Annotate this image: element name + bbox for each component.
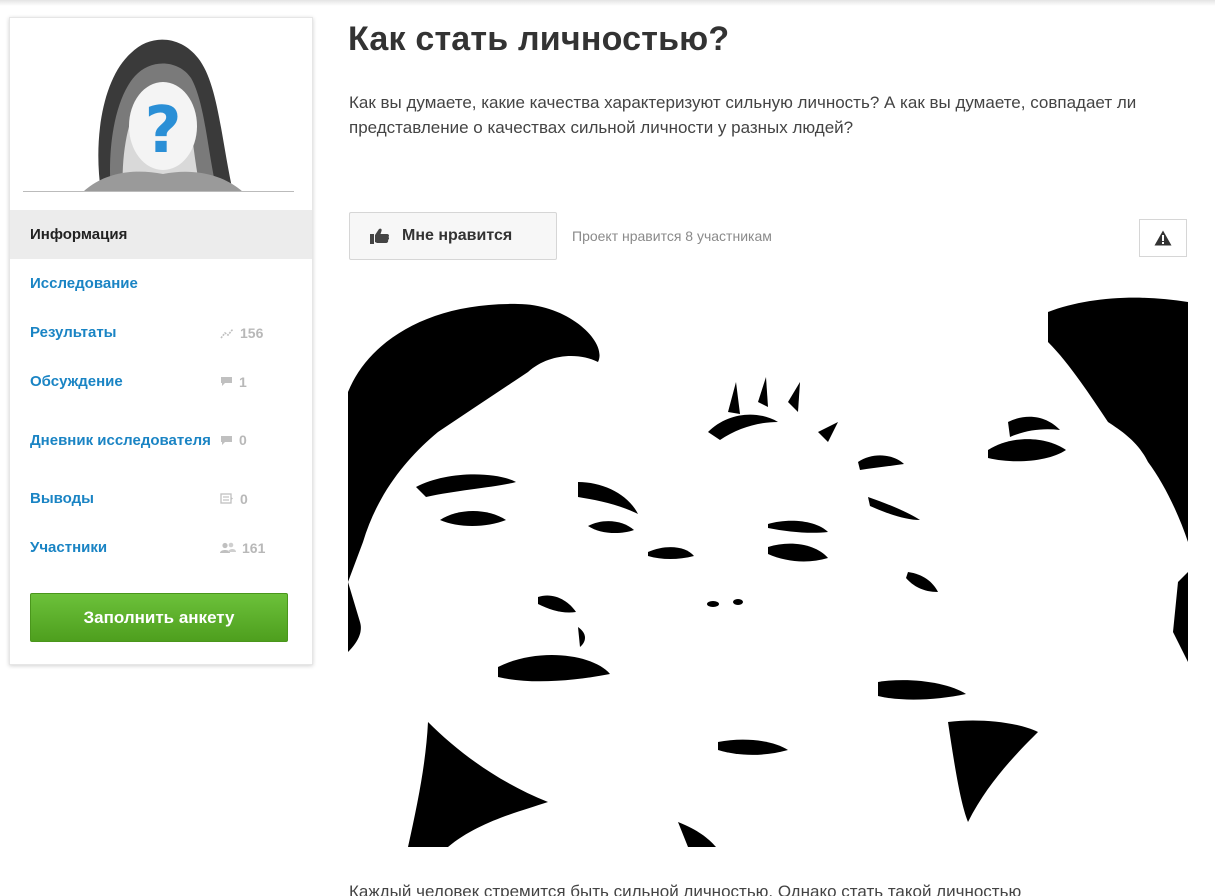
nav-item-discussion[interactable]: Обсуждение 1: [10, 357, 312, 406]
participants-count: 161: [242, 539, 266, 556]
comment-icon: [221, 435, 232, 445]
nav-item-label: Дневник исследователя: [30, 431, 211, 449]
comment-icon: [221, 377, 232, 386]
avatar-divider: [23, 191, 294, 192]
project-intro: Как вы думаете, какие качества характери…: [349, 93, 1137, 137]
top-bar-shadow: [0, 0, 1215, 6]
discussion-count: 1: [239, 373, 247, 390]
nav-item-info[interactable]: Информация: [10, 210, 312, 259]
nav-item-participants[interactable]: Участники 161: [10, 523, 312, 572]
nav-item-meta: 0: [220, 491, 248, 507]
nav-item-label: Выводы: [30, 490, 94, 507]
nav-item-label: Обсуждение: [30, 373, 123, 390]
nav-item-label: Участники: [30, 539, 108, 556]
nav-item-label: Исследование: [30, 275, 138, 292]
nav-item-research[interactable]: Исследование: [10, 259, 312, 308]
project-avatar: ?: [23, 18, 294, 192]
project-nav: Информация Исследование Результаты 156 О…: [10, 210, 312, 572]
nav-item-meta: 0: [220, 432, 247, 448]
like-button[interactable]: Мне нравится: [349, 212, 557, 260]
page-title: Как стать личностью?: [348, 20, 730, 58]
conclusions-count: 0: [240, 490, 248, 507]
cover-illustration: [348, 282, 1188, 847]
like-count-text: Проект нравится 8 участникам: [572, 228, 772, 244]
users-icon: [220, 542, 236, 553]
warning-icon: [1154, 230, 1172, 246]
report-button[interactable]: [1139, 219, 1187, 257]
avatar-illustration: ?: [23, 18, 294, 192]
project-sidebar: ? Информация Исследование Результаты 156…: [9, 17, 313, 665]
like-button-label: Мне нравится: [402, 227, 513, 244]
nav-item-label: Информация: [30, 226, 128, 243]
diary-count: 0: [239, 432, 247, 448]
chart-icon: [220, 327, 234, 338]
nav-item-meta: 161: [220, 540, 265, 556]
question-mark-icon: ?: [144, 94, 181, 168]
thumbs-up-icon: [370, 228, 390, 244]
project-description: Каждый человек стремится быть сильной ли…: [349, 882, 1022, 896]
results-count: 156: [240, 324, 264, 341]
nav-item-diary[interactable]: Дневник исследователя 0: [10, 406, 312, 474]
project-cover-image: [348, 282, 1188, 847]
nav-item-results[interactable]: Результаты 156: [10, 308, 312, 357]
document-icon: [220, 493, 233, 504]
nav-item-conclusions[interactable]: Выводы 0: [10, 474, 312, 523]
nav-item-meta: 1: [220, 374, 247, 390]
nav-item-meta: 156: [220, 325, 263, 341]
nav-item-label: Результаты: [30, 324, 117, 341]
fill-survey-button[interactable]: Заполнить анкету: [30, 593, 288, 642]
